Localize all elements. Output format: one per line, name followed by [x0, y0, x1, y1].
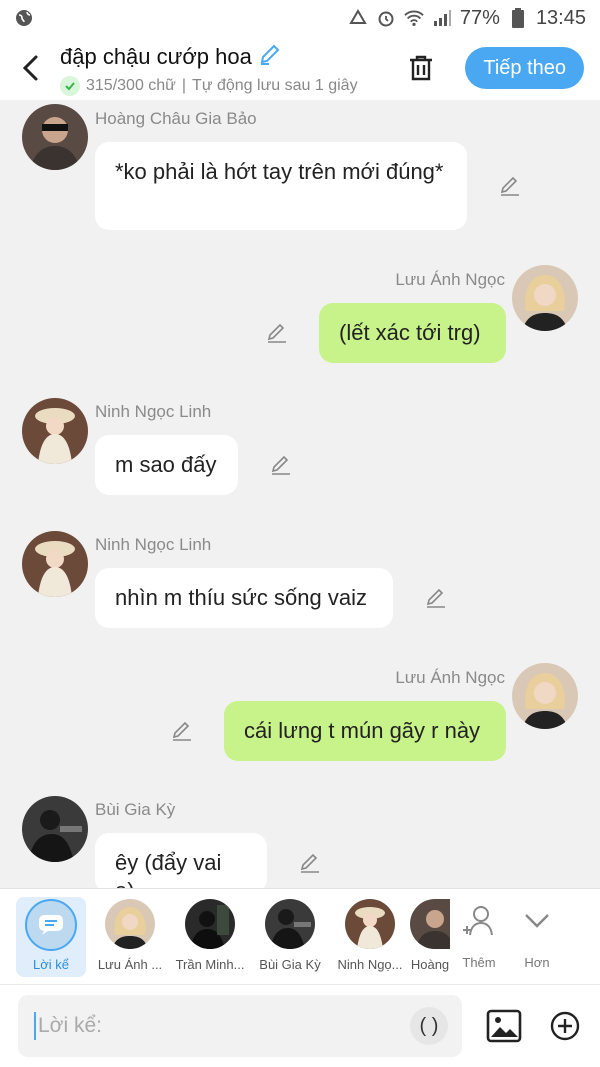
character-option[interactable]: Hoàng [410, 897, 450, 972]
message-bubble[interactable]: cái lưng t mún gãy r này [224, 701, 506, 761]
page-title: đập chậu cướp hoa [60, 44, 252, 69]
separator: | [181, 77, 187, 94]
avatar[interactable] [512, 663, 578, 729]
plus-circle-icon [550, 1011, 580, 1041]
narration-label: Lời kể [33, 957, 69, 972]
image-button[interactable] [484, 1006, 524, 1046]
trash-icon [410, 55, 433, 81]
character-label: Hoàng [410, 957, 450, 972]
more-button[interactable]: Hơn [508, 897, 566, 970]
back-button[interactable] [0, 36, 60, 100]
sender-name: Lưu Ánh Ngọc [395, 668, 505, 687]
character-option[interactable]: Lưu Ánh ... [90, 897, 170, 972]
message-bubble[interactable]: nhìn m thíu sức sống vaiz [95, 568, 393, 628]
narration-option[interactable]: Lời kể [16, 897, 86, 977]
avatar [105, 899, 155, 949]
avatar [265, 899, 315, 949]
avatar[interactable] [22, 796, 88, 862]
edit-icon[interactable] [269, 453, 293, 477]
next-button[interactable]: Tiếp theo [465, 47, 584, 89]
header: đập chậu cướp hoa 315/300 chữ | Tự động … [0, 36, 600, 100]
avatar [410, 899, 450, 949]
character-label: Ninh Ngọ... [337, 957, 403, 972]
message-input[interactable] [38, 1014, 410, 1038]
add-person-icon [459, 901, 499, 941]
more-label: Hơn [524, 955, 550, 970]
message-bubble[interactable]: m sao đấy [95, 435, 238, 495]
message-bubble[interactable]: *ko phải là hớt tay trên mới đúng* [95, 142, 467, 230]
add-label: Thêm [462, 955, 496, 970]
character-label: Lưu Ánh ... [97, 957, 163, 972]
sender-name: Ninh Ngọc Linh [95, 402, 212, 421]
edit-icon[interactable] [298, 851, 322, 875]
edit-icon[interactable] [265, 321, 289, 345]
chevron-down-icon [517, 901, 557, 941]
avatar[interactable] [22, 398, 88, 464]
character-option[interactable]: Ninh Ngọ... [330, 897, 410, 972]
clock-time: 13:45 [535, 6, 586, 29]
avatar [185, 899, 235, 949]
char-count: 315/300 chữ [86, 77, 176, 94]
character-option[interactable]: Bùi Gia Kỳ [250, 897, 330, 972]
character-label: Trần Minh... [175, 957, 245, 972]
edit-icon[interactable] [170, 719, 194, 743]
avatar [345, 899, 395, 949]
character-option[interactable]: Trần Minh... [170, 897, 250, 972]
image-icon [486, 1009, 522, 1043]
input-bar: ( ) [0, 984, 600, 1067]
edit-icon[interactable] [498, 174, 522, 198]
message-bubble[interactable]: (lết xác tới trg) [319, 303, 506, 363]
message-bubble[interactable]: êy (đẩy vai a) [95, 833, 267, 888]
alarm-icon [376, 8, 396, 28]
wifi-icon [404, 8, 424, 28]
edit-icon[interactable] [424, 586, 448, 610]
sender-name: Bùi Gia Kỳ [95, 800, 176, 819]
sender-name: Hoàng Châu Gia Bảo [95, 109, 257, 128]
chat-area[interactable]: Hoàng Châu Gia Bảo *ko phải là hớt tay t… [0, 100, 600, 888]
avatar[interactable] [22, 104, 88, 170]
sender-name: Lưu Ánh Ngọc [395, 270, 505, 289]
battery-percent: 77% [459, 6, 500, 29]
signal-icon [432, 8, 452, 28]
chevron-left-icon [22, 55, 38, 81]
status-bar: 77% 13:45 [0, 0, 600, 36]
pencil-icon[interactable] [258, 42, 282, 72]
avatar[interactable] [22, 531, 88, 597]
text-caret [34, 1012, 36, 1040]
check-icon [60, 76, 80, 96]
delete-button[interactable] [399, 46, 443, 90]
character-label: Bùi Gia Kỳ [259, 957, 321, 972]
avatar[interactable] [512, 265, 578, 331]
message-input-box[interactable]: ( ) [18, 995, 462, 1057]
parentheses-button[interactable]: ( ) [410, 1007, 448, 1045]
add-character-button[interactable]: Thêm [450, 897, 508, 970]
add-button[interactable] [548, 1009, 582, 1043]
sync-icon [348, 8, 368, 28]
battery-icon [508, 8, 528, 28]
narration-icon [25, 899, 77, 951]
autosave-status: Tự động lưu sau 1 giây [192, 77, 358, 94]
globe-icon [14, 8, 34, 28]
character-selector: Lời kể Lưu Ánh ... Trần Minh... Bùi Gia … [0, 888, 600, 984]
sender-name: Ninh Ngọc Linh [95, 535, 212, 554]
